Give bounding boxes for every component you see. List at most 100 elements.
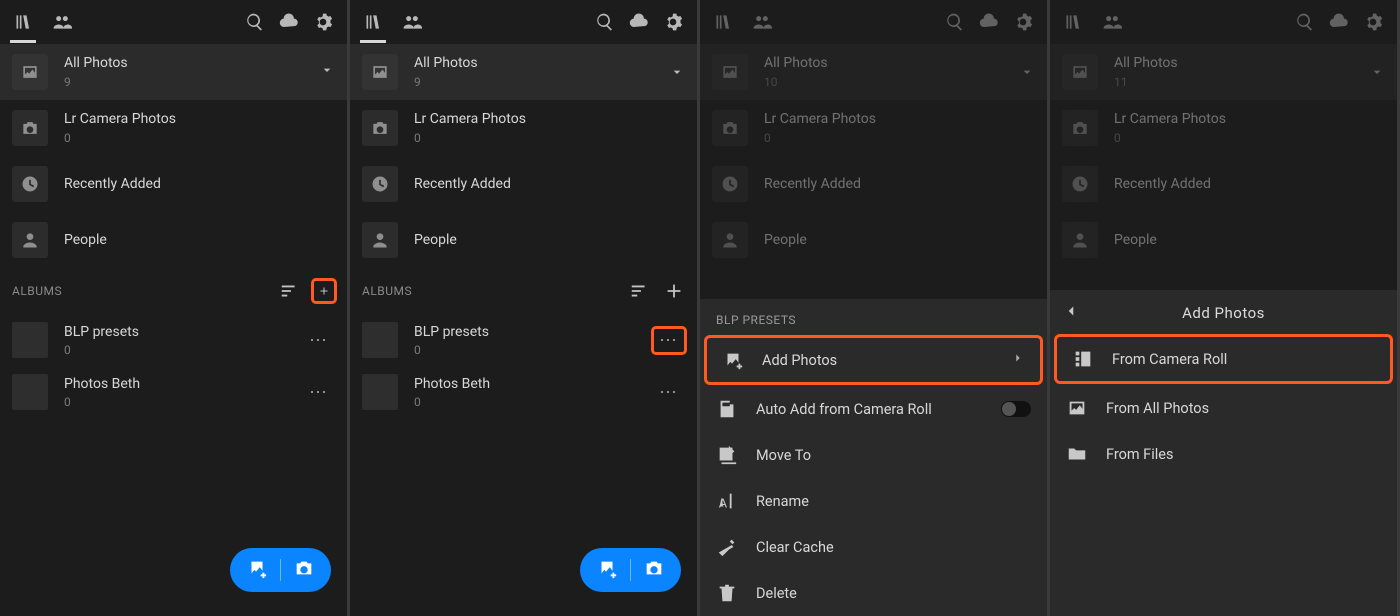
all-photos-row[interactable]: All Photos 9 bbox=[0, 44, 347, 100]
top-header bbox=[350, 0, 697, 44]
library-icon bbox=[1064, 12, 1084, 32]
album-more-icon[interactable]: ⋯ bbox=[653, 328, 685, 353]
all-photos-row: All Photos 10 bbox=[700, 44, 1047, 100]
chevron-right-icon bbox=[1011, 351, 1025, 369]
album-count: 0 bbox=[64, 395, 303, 409]
sheet-title: Add Photos bbox=[1182, 304, 1265, 322]
sheet-item-label: From All Photos bbox=[1106, 400, 1381, 417]
sort-icon[interactable] bbox=[279, 280, 301, 302]
lr-camera-label: Lr Camera Photos bbox=[1114, 111, 1385, 128]
all-photos-count: 9 bbox=[414, 75, 669, 89]
album-count: 0 bbox=[64, 343, 303, 357]
library-icon[interactable] bbox=[364, 12, 384, 32]
album-title: BLP presets bbox=[64, 324, 303, 340]
chevron-down-icon bbox=[319, 62, 335, 82]
sheet-item-label: Move To bbox=[756, 447, 1031, 464]
settings-icon[interactable] bbox=[313, 12, 333, 32]
screen-2: All Photos 9 Lr Camera Photos 0 Recently… bbox=[350, 0, 700, 616]
sheet-title-bar: Add Photos bbox=[1050, 290, 1397, 336]
back-icon[interactable] bbox=[1062, 302, 1080, 324]
search-icon[interactable] bbox=[245, 12, 265, 32]
sheet-from-camera-roll[interactable]: From Camera Roll bbox=[1056, 336, 1391, 382]
rename-icon: A bbox=[716, 490, 738, 512]
albums-header-label: ALBUMS bbox=[362, 284, 412, 298]
album-row[interactable]: Photos Beth 0 ⋯ bbox=[0, 366, 347, 418]
add-album-icon[interactable] bbox=[313, 280, 335, 302]
lr-camera-count: 0 bbox=[1114, 131, 1385, 145]
settings-icon bbox=[1363, 12, 1383, 32]
add-album-icon[interactable] bbox=[663, 280, 685, 302]
settings-icon[interactable] bbox=[663, 12, 683, 32]
top-header bbox=[0, 0, 347, 44]
cloud-icon[interactable] bbox=[629, 12, 649, 32]
album-title: Photos Beth bbox=[64, 376, 303, 392]
album-count: 0 bbox=[414, 343, 653, 357]
album-thumb bbox=[12, 322, 48, 358]
screen-1: All Photos 9 Lr Camera Photos 0 Recently… bbox=[0, 0, 350, 616]
album-row[interactable]: BLP presets 0 ⋯ bbox=[0, 314, 347, 366]
people-label: People bbox=[1114, 232, 1385, 249]
all-photos-label: All Photos bbox=[764, 55, 1019, 72]
album-more-icon[interactable]: ⋯ bbox=[303, 378, 335, 407]
screen-4: All Photos 11 Lr Camera Photos 0 Recentl… bbox=[1050, 0, 1400, 616]
sheet-title: BLP PRESETS bbox=[700, 299, 1047, 337]
album-more-icon[interactable]: ⋯ bbox=[653, 378, 685, 407]
recently-added-row[interactable]: Recently Added bbox=[0, 156, 347, 212]
sheet-clear-cache[interactable]: Clear Cache bbox=[700, 524, 1047, 570]
albums-header: ALBUMS bbox=[0, 268, 347, 314]
lr-camera-count: 0 bbox=[764, 131, 1035, 145]
recently-added-row: Recently Added bbox=[700, 156, 1047, 212]
people-tab-icon[interactable] bbox=[402, 12, 422, 32]
album-row[interactable]: Photos Beth 0 ⋯ bbox=[350, 366, 697, 418]
add-image-icon[interactable] bbox=[246, 557, 268, 583]
sheet-from-all-photos[interactable]: From All Photos bbox=[1050, 385, 1397, 431]
sheet-move-to[interactable]: Move To bbox=[700, 432, 1047, 478]
camera-icon[interactable] bbox=[643, 557, 665, 583]
add-photos-icon bbox=[722, 349, 744, 371]
cloud-icon bbox=[1329, 12, 1349, 32]
camera-roll-icon bbox=[1072, 348, 1094, 370]
auto-add-icon bbox=[716, 398, 738, 420]
all-photos-count: 9 bbox=[64, 75, 319, 89]
screen-3: All Photos 10 Lr Camera Photos 0 Recentl… bbox=[700, 0, 1050, 616]
trash-icon bbox=[716, 582, 738, 604]
album-thumb bbox=[362, 374, 398, 410]
recently-added-label: Recently Added bbox=[1114, 176, 1385, 193]
auto-add-toggle[interactable] bbox=[1001, 401, 1031, 417]
album-row[interactable]: BLP presets 0 ⋯ bbox=[350, 314, 697, 366]
cloud-icon[interactable] bbox=[279, 12, 299, 32]
people-row[interactable]: People bbox=[350, 212, 697, 268]
sheet-delete[interactable]: Delete bbox=[700, 570, 1047, 616]
fab[interactable] bbox=[230, 548, 331, 592]
all-photos-row[interactable]: All Photos 9 bbox=[350, 44, 697, 100]
lr-camera-row[interactable]: Lr Camera Photos 0 bbox=[350, 100, 697, 156]
lr-camera-row[interactable]: Lr Camera Photos 0 bbox=[0, 100, 347, 156]
sheet-rename[interactable]: A Rename bbox=[700, 478, 1047, 524]
sheet-auto-add[interactable]: Auto Add from Camera Roll bbox=[700, 386, 1047, 432]
search-icon[interactable] bbox=[595, 12, 615, 32]
album-more-icon[interactable]: ⋯ bbox=[303, 326, 335, 355]
camera-icon[interactable] bbox=[293, 557, 315, 583]
lr-camera-label: Lr Camera Photos bbox=[764, 111, 1035, 128]
albums-header: ALBUMS bbox=[350, 268, 697, 314]
settings-icon bbox=[1013, 12, 1033, 32]
sheet-add-photos[interactable]: Add Photos bbox=[706, 337, 1041, 383]
add-image-icon[interactable] bbox=[596, 557, 618, 583]
clear-cache-icon bbox=[716, 536, 738, 558]
people-row[interactable]: People bbox=[0, 212, 347, 268]
sort-icon[interactable] bbox=[629, 280, 651, 302]
library-icon[interactable] bbox=[14, 12, 34, 32]
album-thumb bbox=[12, 374, 48, 410]
lr-camera-label: Lr Camera Photos bbox=[414, 111, 685, 128]
people-tab-icon[interactable] bbox=[52, 12, 72, 32]
all-photos-label: All Photos bbox=[1114, 55, 1369, 72]
svg-text:A: A bbox=[719, 496, 728, 511]
move-icon bbox=[716, 444, 738, 466]
top-header bbox=[1050, 0, 1397, 44]
recently-added-row[interactable]: Recently Added bbox=[350, 156, 697, 212]
all-photos-count: 11 bbox=[1114, 75, 1369, 89]
top-header bbox=[700, 0, 1047, 44]
lr-camera-row: Lr Camera Photos 0 bbox=[1050, 100, 1397, 156]
fab[interactable] bbox=[580, 548, 681, 592]
sheet-from-files[interactable]: From Files bbox=[1050, 431, 1397, 477]
